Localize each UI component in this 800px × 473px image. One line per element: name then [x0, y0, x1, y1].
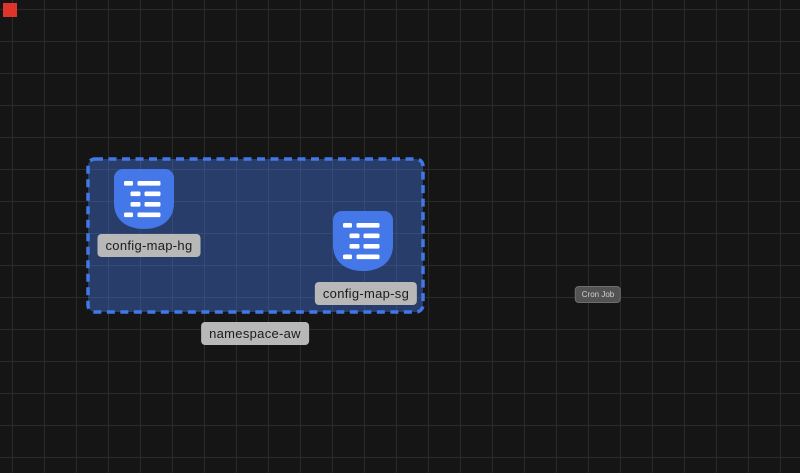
design-canvas[interactable]: config-map-hg config-map-sg namespace-aw…	[0, 0, 800, 473]
cronjob-drag-chip[interactable]: Cron Job	[575, 286, 621, 303]
configmap-node[interactable]	[114, 169, 174, 229]
configmap-icon	[114, 169, 174, 229]
configmap-icon	[333, 211, 393, 271]
configmap-node-label: config-map-sg	[315, 282, 417, 305]
namespace-node-label: namespace-aw	[201, 322, 309, 345]
recording-indicator-icon	[3, 3, 17, 17]
configmap-node[interactable]	[333, 211, 393, 271]
configmap-node-label: config-map-hg	[98, 234, 201, 257]
